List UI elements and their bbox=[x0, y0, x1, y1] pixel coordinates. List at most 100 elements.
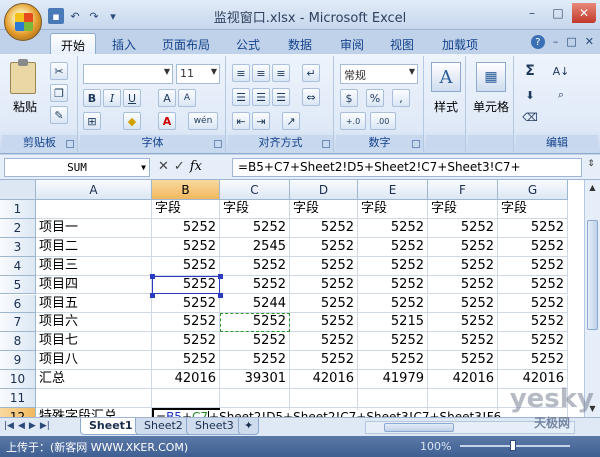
cell-g9[interactable]: 5252 bbox=[498, 351, 568, 371]
cell-f11[interactable] bbox=[428, 389, 498, 408]
tab-insert[interactable]: 插入 bbox=[102, 33, 146, 54]
cell-d9[interactable]: 5252 bbox=[290, 351, 358, 371]
vertical-scroll-thumb[interactable] bbox=[587, 220, 598, 330]
zoom-level[interactable]: 100% bbox=[420, 440, 451, 453]
cell-b1[interactable]: 字段 bbox=[152, 200, 220, 219]
row-header-5[interactable]: 5 bbox=[0, 275, 36, 295]
cell-f7[interactable]: 5252 bbox=[428, 313, 498, 333]
cell-g4[interactable]: 5252 bbox=[498, 256, 568, 276]
office-button[interactable] bbox=[4, 3, 42, 41]
cell-a7[interactable]: 项目六 bbox=[36, 313, 152, 333]
cell-f6[interactable]: 5252 bbox=[428, 294, 498, 314]
styles-icon[interactable]: A bbox=[431, 62, 461, 92]
decrease-decimal-button[interactable]: .00 bbox=[370, 112, 396, 130]
reference-handle[interactable] bbox=[150, 292, 155, 298]
scroll-up-icon[interactable]: ▲ bbox=[586, 181, 599, 195]
tab-addins[interactable]: 加载项 bbox=[432, 33, 488, 54]
cell-e9[interactable]: 5252 bbox=[358, 351, 428, 371]
column-header-b[interactable]: B bbox=[152, 180, 220, 200]
cancel-entry-button[interactable]: ✕ bbox=[158, 159, 169, 174]
autosum-button[interactable]: Σ bbox=[520, 62, 540, 80]
cells-button[interactable]: 单元格 bbox=[468, 98, 514, 115]
row-header-12[interactable]: 12 bbox=[0, 407, 36, 417]
cell-a2[interactable]: 项目一 bbox=[36, 218, 152, 238]
cell-a9[interactable]: 项目八 bbox=[36, 351, 152, 371]
cell-g3[interactable]: 5252 bbox=[498, 237, 568, 257]
ribbon-close-button[interactable]: ✕ bbox=[585, 35, 594, 49]
cells-icon[interactable]: ▦ bbox=[476, 62, 506, 92]
cell-f2[interactable]: 5252 bbox=[428, 218, 498, 238]
undo-icon[interactable]: ↶ bbox=[67, 8, 83, 24]
cell-e8[interactable]: 5252 bbox=[358, 332, 428, 352]
cell-b9[interactable]: 5252 bbox=[152, 351, 220, 371]
align-top-icon[interactable]: ≡ bbox=[232, 64, 250, 82]
number-launcher-icon[interactable] bbox=[412, 140, 420, 148]
column-header-d[interactable]: D bbox=[290, 180, 358, 200]
column-header-e[interactable]: E bbox=[358, 180, 428, 200]
reference-handle[interactable] bbox=[218, 273, 223, 279]
fill-color-icon[interactable]: ◆ bbox=[123, 112, 141, 130]
comma-button[interactable]: , bbox=[392, 89, 410, 107]
cut-icon[interactable]: ✂ bbox=[50, 62, 68, 80]
cell-e10[interactable]: 41979 bbox=[358, 370, 428, 389]
cell-b6[interactable]: 5252 bbox=[152, 294, 220, 314]
percent-button[interactable]: % bbox=[366, 89, 384, 107]
cell-a3[interactable]: 项目二 bbox=[36, 237, 152, 257]
worksheet-grid[interactable]: A B C D E F G 1 字段 字段 字段 字段 字段 字段 2 项目一 5252 5252 5252 5252… bbox=[0, 180, 584, 417]
increase-indent-icon[interactable]: ⇥ bbox=[252, 112, 270, 130]
clear-icon[interactable]: ⌫ bbox=[520, 108, 540, 126]
column-header-a[interactable]: A bbox=[36, 180, 152, 200]
cell-a12[interactable]: 特殊字段汇总 bbox=[36, 407, 152, 417]
cell-g7[interactable]: 5252 bbox=[498, 313, 568, 333]
cell-g6[interactable]: 5252 bbox=[498, 294, 568, 314]
underline-button[interactable]: U bbox=[123, 89, 141, 107]
insert-sheet-icon[interactable]: ✦ bbox=[238, 418, 260, 435]
cell-d1[interactable]: 字段 bbox=[290, 200, 358, 219]
grow-font-button[interactable]: A bbox=[158, 89, 176, 107]
font-name-combo[interactable]: ▼ bbox=[83, 64, 173, 84]
fill-icon[interactable]: ⬇ bbox=[520, 86, 540, 104]
cell-a4[interactable]: 项目三 bbox=[36, 256, 152, 276]
cell-f10[interactable]: 42016 bbox=[428, 370, 498, 389]
tab-formulas[interactable]: 公式 bbox=[226, 33, 270, 54]
cell-e3[interactable]: 5252 bbox=[358, 237, 428, 257]
insert-function-button[interactable]: fx bbox=[190, 159, 202, 174]
prev-sheet-icon[interactable]: ◀ bbox=[18, 421, 25, 431]
cell-d6[interactable]: 5252 bbox=[290, 294, 358, 314]
first-sheet-icon[interactable]: |◀ bbox=[4, 421, 14, 431]
font-launcher-icon[interactable] bbox=[214, 140, 222, 148]
cell-e1[interactable]: 字段 bbox=[358, 200, 428, 219]
format-painter-icon[interactable]: ✎ bbox=[50, 106, 68, 124]
sheet-tab-sheet2[interactable]: Sheet2 bbox=[135, 418, 192, 435]
cell-d3[interactable]: 5252 bbox=[290, 237, 358, 257]
formula-input[interactable]: =B5+C7+Sheet2!D5+Sheet2!C7+Sheet3!C7+ bbox=[232, 158, 582, 177]
clipboard-launcher-icon[interactable] bbox=[66, 140, 74, 148]
border-icon[interactable]: ⊞ bbox=[83, 112, 101, 130]
customize-qat-icon[interactable]: ▾ bbox=[105, 8, 121, 24]
tab-home[interactable]: 开始 bbox=[50, 33, 97, 54]
cell-c5[interactable]: 5252 bbox=[220, 275, 290, 295]
select-all-button[interactable] bbox=[0, 180, 36, 200]
cell-c7[interactable]: 5252 bbox=[220, 313, 290, 333]
cell-f5[interactable]: 5252 bbox=[428, 275, 498, 295]
next-sheet-icon[interactable]: ▶ bbox=[29, 421, 36, 431]
cell-c11[interactable] bbox=[220, 389, 290, 408]
phonetic-button[interactable]: wén bbox=[188, 112, 218, 130]
tab-page-layout[interactable]: 页面布局 bbox=[152, 33, 220, 54]
cell-a8[interactable]: 项目七 bbox=[36, 332, 152, 352]
cell-b8[interactable]: 5252 bbox=[152, 332, 220, 352]
increase-decimal-button[interactable]: +.0 bbox=[340, 112, 366, 130]
cell-f8[interactable]: 5252 bbox=[428, 332, 498, 352]
align-left-icon[interactable]: ☰ bbox=[232, 88, 250, 106]
cell-b2[interactable]: 5252 bbox=[152, 218, 220, 238]
alignment-launcher-icon[interactable] bbox=[322, 140, 330, 148]
align-center-icon[interactable]: ☰ bbox=[252, 88, 270, 106]
row-header-8[interactable]: 8 bbox=[0, 332, 36, 352]
cell-c1[interactable]: 字段 bbox=[220, 200, 290, 219]
tab-view[interactable]: 视图 bbox=[380, 33, 424, 54]
name-box[interactable]: SUM ▼ bbox=[4, 158, 150, 177]
decrease-indent-icon[interactable]: ⇤ bbox=[232, 112, 250, 130]
cell-e5[interactable]: 5252 bbox=[358, 275, 428, 295]
cell-c8[interactable]: 5252 bbox=[220, 332, 290, 352]
cell-e7[interactable]: 5215 bbox=[358, 313, 428, 333]
